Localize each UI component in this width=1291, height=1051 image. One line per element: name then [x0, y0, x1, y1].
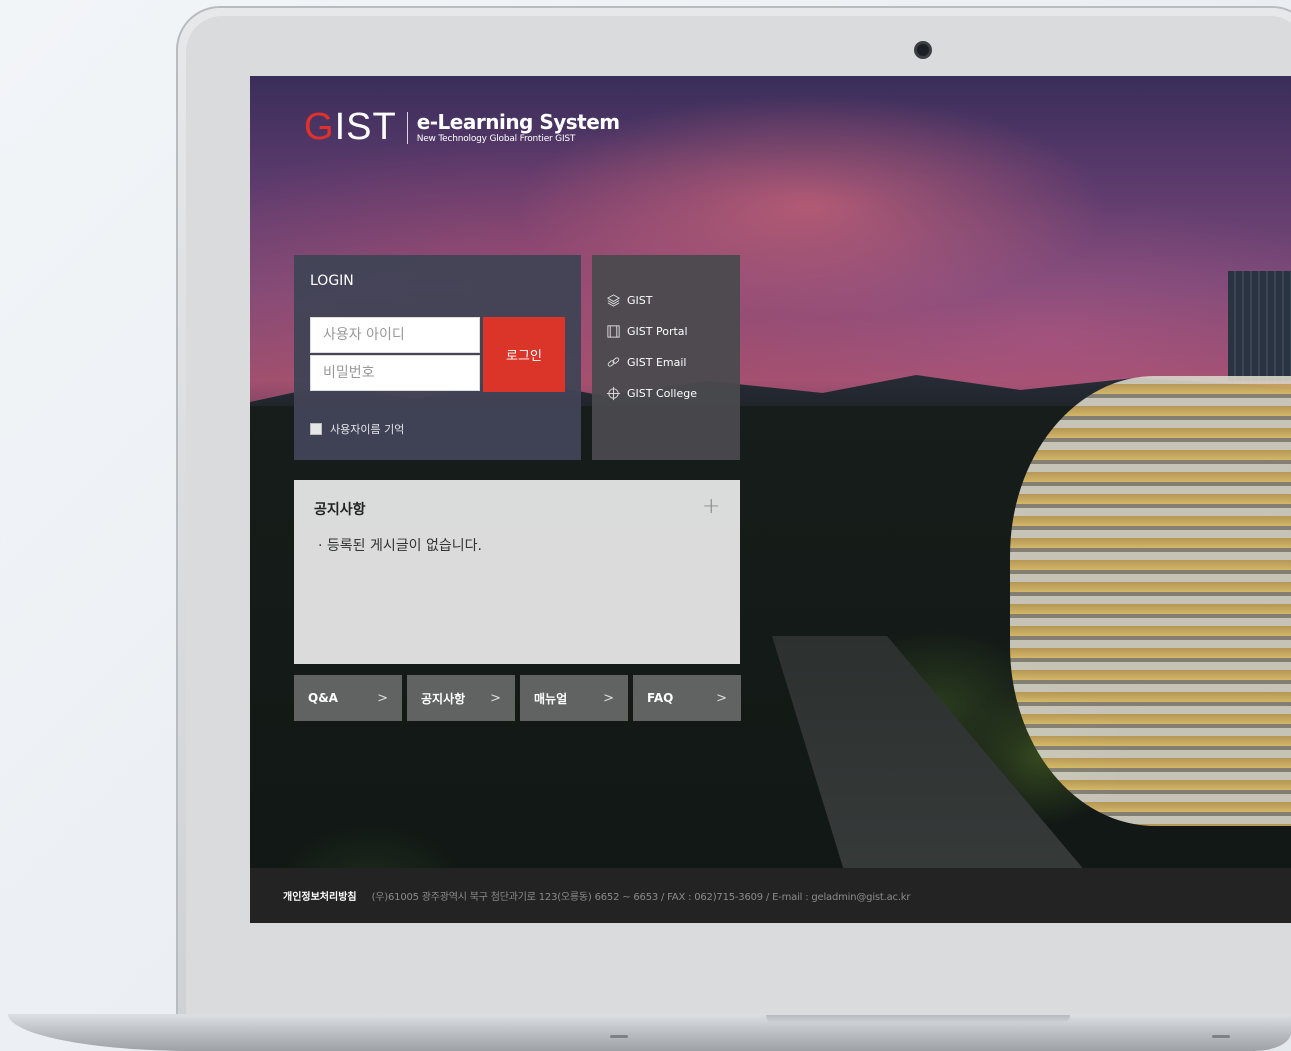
notice-more-button[interactable]: + — [702, 494, 720, 519]
screen: GIST e-Learning System New Technology Gl… — [250, 76, 1291, 923]
link-label: GIST Portal — [627, 325, 688, 338]
link-gist-email[interactable]: GIST Email — [592, 347, 740, 378]
chevron-right-icon: > — [490, 690, 501, 706]
login-button[interactable]: 로그인 — [483, 317, 565, 392]
gist-logo-mark: GIST — [304, 106, 397, 149]
logo-divider — [406, 111, 408, 144]
username-input[interactable] — [310, 317, 480, 353]
link-icon — [607, 357, 620, 367]
footer-address: (우)61005 광주광역시 북구 첨단과기로 123(오룡동) 6652 ~ … — [371, 892, 911, 903]
quick-link-notice[interactable]: 공지사항 > — [407, 675, 515, 721]
notice-title: 공지사항 — [314, 502, 366, 518]
laptop-base — [8, 1014, 1291, 1051]
login-title: LOGIN — [310, 273, 354, 289]
quick-link-qna[interactable]: Q&A > — [294, 675, 402, 721]
link-label: GIST — [627, 294, 653, 307]
remember-checkbox[interactable] — [310, 423, 322, 435]
link-label: GIST College — [627, 387, 698, 400]
site-logo[interactable]: GIST e-Learning System New Technology Gl… — [304, 106, 620, 149]
laptop-foot — [610, 1035, 628, 1038]
background-building — [1010, 376, 1291, 826]
quick-link-label: FAQ — [647, 691, 674, 705]
chevron-right-icon: > — [377, 690, 388, 706]
link-gist-portal[interactable]: GIST Portal — [592, 316, 740, 347]
chevron-right-icon: > — [603, 690, 614, 706]
login-panel: LOGIN 로그인 사용자이름 기억 — [294, 255, 581, 460]
layers-icon — [606, 294, 621, 307]
portal-icon — [607, 325, 620, 338]
footer: 개인정보처리방침 (우)61005 광주광역시 북구 첨단과기로 123(오룡동… — [250, 868, 1291, 923]
logo-title: e-Learning System — [416, 109, 620, 134]
remember-username[interactable]: 사용자이름 기억 — [310, 421, 404, 437]
quick-link-manual[interactable]: 매뉴얼 > — [520, 675, 628, 721]
link-gist-college[interactable]: GIST College — [592, 378, 740, 409]
camera-icon — [914, 41, 932, 59]
background-tower — [1228, 271, 1291, 381]
link-gist[interactable]: GIST — [592, 285, 740, 316]
crosshair-icon — [606, 386, 621, 401]
laptop-notch — [766, 1015, 1070, 1023]
notice-empty-message: · 등록된 게시글이 없습니다. — [318, 538, 482, 554]
logo-letter-g: G — [304, 106, 335, 148]
external-links-panel: GIST GIST Portal GIST Email GIST College — [592, 255, 740, 460]
logo-letters-ist: IST — [334, 106, 397, 148]
privacy-policy-link[interactable]: 개인정보처리방침 — [283, 888, 357, 903]
password-input[interactable] — [310, 355, 480, 391]
quick-link-faq[interactable]: FAQ > — [633, 675, 741, 721]
logo-text: e-Learning System New Technology Global … — [417, 111, 620, 145]
quick-link-label: Q&A — [308, 691, 338, 705]
chevron-right-icon: > — [716, 690, 727, 706]
laptop-foot — [1212, 1035, 1230, 1038]
logo-subtitle: New Technology Global Frontier GIST — [416, 133, 576, 144]
notice-board: 공지사항 + · 등록된 게시글이 없습니다. — [294, 480, 740, 664]
link-label: GIST Email — [627, 356, 687, 369]
quick-link-label: 매뉴얼 — [534, 691, 568, 706]
remember-label: 사용자이름 기억 — [330, 423, 405, 436]
quick-link-label: 공지사항 — [421, 691, 466, 706]
